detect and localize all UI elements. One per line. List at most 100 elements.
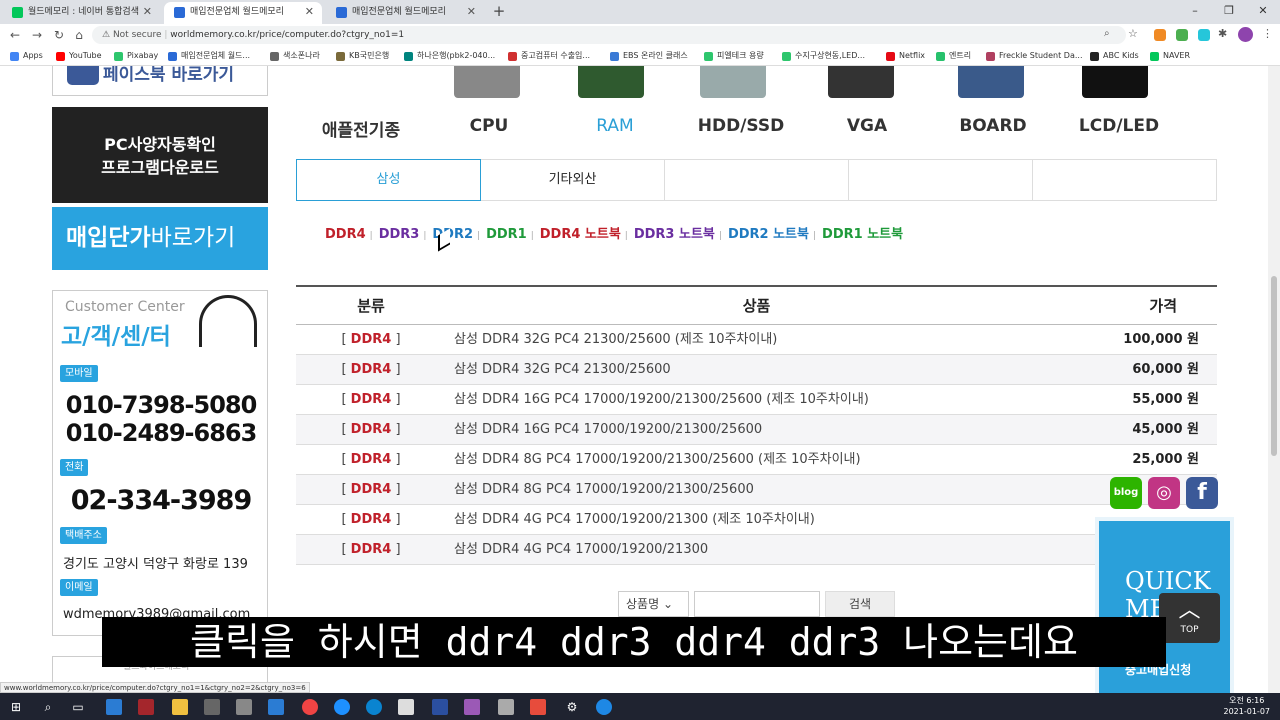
app-icon[interactable] (268, 699, 284, 715)
filter-link[interactable]: DDR1 (486, 227, 527, 242)
search-field-select[interactable]: 상품명 ⌄ (618, 591, 689, 617)
row-product[interactable]: 삼성 DDR4 8G PC4 17000/19200/21300/25600 (454, 475, 754, 505)
close-icon[interactable]: ✕ (305, 2, 314, 22)
bookmark-item[interactable]: 하나은행(pbk2-040... (404, 49, 495, 63)
vga-image[interactable] (828, 66, 894, 98)
new-tab-button[interactable]: + (490, 2, 508, 22)
search-button[interactable]: 검색 (825, 591, 895, 617)
bookmark-item[interactable]: 피엘테크 용량 (704, 49, 764, 63)
zoom-icon[interactable]: ⌕ (1104, 28, 1110, 39)
scrollbar[interactable] (1268, 66, 1280, 693)
bookmark-item[interactable]: Freckle Student Da... (986, 49, 1083, 63)
app-icon[interactable] (236, 699, 252, 715)
app-icon[interactable] (398, 699, 414, 715)
bookmark-item[interactable]: 색소폰나라 (270, 49, 320, 63)
tab-other-foreign[interactable]: 기타외산 (481, 160, 665, 200)
tab-worldmemory-active[interactable]: 매입전문업체 월드메모리 ✕ (164, 2, 322, 24)
tab-worldmemory[interactable]: 매입전문업체 월드메모리 ✕ (326, 2, 484, 24)
bookmark-item[interactable]: 엔트리 (936, 49, 971, 63)
table-row[interactable]: [ DDR4 ] 삼성 DDR4 32G PC4 21300/25600 60,00… (296, 355, 1217, 385)
category-vga[interactable]: VGA (812, 116, 922, 136)
settings-icon[interactable]: ⚙ (562, 697, 582, 717)
table-row[interactable]: [ DDR4 ] 삼성 DDR4 16G PC4 17000/19200/2130… (296, 385, 1217, 415)
bookmark-item[interactable]: 매입전문업체 월드... (168, 49, 250, 63)
facebook-banner[interactable]: 페이스북 바로가기 (52, 66, 268, 96)
address-bar[interactable]: ⚠ Not secure | worldmemory.co.kr/price/c… (92, 26, 1126, 44)
windows-start-icon[interactable]: ⊞ (6, 697, 26, 717)
app-icon[interactable] (204, 699, 220, 715)
back-button[interactable]: ← (4, 24, 26, 46)
category-lcd-led[interactable]: LCD/LED (1064, 116, 1174, 136)
table-row[interactable]: [ DDR4 ] 삼성 DDR4 4G PC4 17000/19200/21300 (296, 535, 1217, 565)
app-icon[interactable] (596, 699, 612, 715)
filter-link[interactable]: DDR4 노트북 (540, 227, 621, 242)
blog-icon[interactable]: blog (1110, 477, 1142, 509)
search-icon[interactable]: ⌕ (38, 697, 58, 717)
hdd-image[interactable] (700, 66, 766, 98)
app-icon[interactable] (530, 699, 546, 715)
price-shortcut-banner[interactable]: 매입단가바로가기 (52, 207, 268, 270)
row-product[interactable]: 삼성 DDR4 32G PC4 21300/25600 (제조 10주차이내) (454, 325, 777, 355)
clock[interactable]: 오전 6:16 2021-01-07 (1224, 695, 1271, 717)
close-icon[interactable]: ✕ (467, 2, 476, 22)
cpu-image[interactable] (454, 66, 520, 98)
task-view-icon[interactable]: ▭ (68, 697, 88, 717)
file-explorer-icon[interactable] (172, 699, 188, 715)
app-icon[interactable] (432, 699, 448, 715)
bookmark-item[interactable]: NAVER (1150, 49, 1190, 63)
tab-samsung[interactable]: 삼성 (296, 159, 481, 201)
bookmark-item[interactable]: Pixabay (114, 49, 158, 63)
bookmark-item[interactable]: KB국민은행 (336, 49, 389, 63)
row-product[interactable]: 삼성 DDR4 4G PC4 17000/19200/21300 (제조 10주… (454, 505, 815, 535)
row-product[interactable]: 삼성 DDR4 16G PC4 17000/19200/21300/25600 (454, 415, 762, 445)
filter-link[interactable]: DDR2 노트북 (728, 227, 809, 242)
facebook-icon[interactable]: f (1186, 477, 1218, 509)
close-icon[interactable]: ✕ (143, 2, 152, 22)
minimize-button[interactable]: – (1178, 0, 1212, 24)
ram-image[interactable] (578, 66, 644, 98)
reload-button[interactable]: ↻ (48, 24, 70, 46)
category-cpu[interactable]: CPU (434, 116, 544, 136)
scroll-top-button[interactable]: ︿ TOP (1159, 593, 1220, 643)
category-ram[interactable]: RAM (560, 116, 670, 136)
row-product[interactable]: 삼성 DDR4 16G PC4 17000/19200/21300/25600 … (454, 385, 869, 415)
extension-icon[interactable] (1176, 29, 1188, 41)
bookmark-item[interactable]: Netflix (886, 49, 925, 63)
mail-icon[interactable] (106, 699, 122, 715)
maximize-button[interactable]: ❐ (1212, 0, 1246, 24)
extension-icon[interactable] (1154, 29, 1166, 41)
filter-link[interactable]: DDR3 (379, 227, 420, 242)
tab-naver-search[interactable]: 월드메모리 : 네이버 통합검색 ✕ (2, 2, 160, 24)
menu-icon[interactable]: ⋮ (1262, 27, 1273, 40)
filter-link[interactable]: DDR1 노트북 (822, 227, 903, 242)
star-icon[interactable]: ☆ (1128, 27, 1138, 40)
table-row[interactable]: [ DDR4 ] 삼성 DDR4 16G PC4 17000/19200/2130… (296, 415, 1217, 445)
filter-link[interactable]: DDR4 (325, 227, 366, 242)
profile-avatar[interactable] (1238, 27, 1253, 42)
bookmark-item[interactable]: Apps (10, 49, 43, 63)
bookmark-item[interactable]: 중고컴퓨터 수출입... (508, 49, 590, 63)
bookmark-item[interactable]: YouTube (56, 49, 102, 63)
pc-spec-download-banner[interactable]: PC사양자동확인 프로그램다운로드 (52, 107, 268, 203)
close-window-button[interactable]: ✕ (1246, 0, 1280, 24)
row-product[interactable]: 삼성 DDR4 32G PC4 21300/25600 (454, 355, 671, 385)
category-hdd-ssd[interactable]: HDD/SSD (686, 116, 796, 136)
lcd-image[interactable] (1082, 66, 1148, 98)
bookmark-item[interactable]: ABC Kids (1090, 49, 1139, 63)
table-row[interactable]: [ DDR4 ] 삼성 DDR4 8G PC4 17000/19200/21300… (296, 475, 1217, 505)
chrome-icon[interactable] (302, 699, 318, 715)
table-row[interactable]: [ DDR4 ] 삼성 DDR4 32G PC4 21300/25600 (제조 … (296, 325, 1217, 355)
board-image[interactable] (958, 66, 1024, 98)
app-icon[interactable] (498, 699, 514, 715)
filter-link[interactable]: DDR3 노트북 (634, 227, 715, 242)
table-row[interactable]: [ DDR4 ] 삼성 DDR4 4G PC4 17000/19200/21300… (296, 505, 1217, 535)
row-product[interactable]: 삼성 DDR4 4G PC4 17000/19200/21300 (454, 535, 708, 565)
bookmark-item[interactable]: 수지구상현동,LED... (782, 49, 865, 63)
scrollbar-thumb[interactable] (1271, 276, 1277, 456)
app-icon[interactable] (464, 699, 480, 715)
edge-icon[interactable] (366, 699, 382, 715)
puzzle-icon[interactable]: ✱ (1218, 27, 1227, 40)
forward-button[interactable]: → (26, 24, 48, 46)
category-board[interactable]: BOARD (938, 116, 1048, 136)
ie-icon[interactable] (334, 699, 350, 715)
